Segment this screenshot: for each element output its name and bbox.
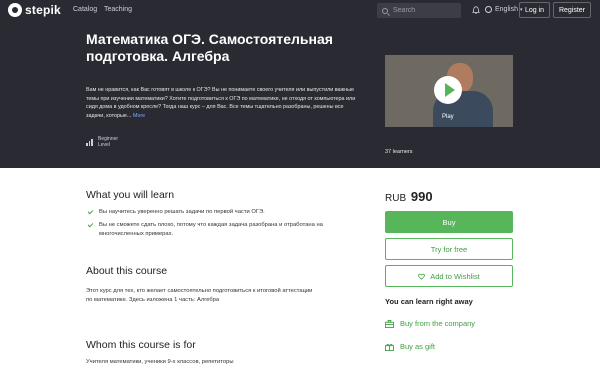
search-icon: [382, 7, 388, 14]
learn-right-away-text: You can learn right away: [385, 297, 473, 306]
level-icon: [86, 138, 93, 146]
course-price: RUB 990: [385, 189, 433, 204]
gift-icon: [385, 343, 394, 351]
learn-section-title: What you will learn: [86, 189, 175, 201]
add-to-wishlist-button[interactable]: Add to Wishlist: [385, 265, 513, 287]
stepik-logo[interactable]: stepik: [8, 3, 61, 17]
course-summary: Вам не нравится, как Вас готовят в школе…: [86, 86, 356, 120]
search-box[interactable]: [377, 3, 461, 18]
more-link[interactable]: More: [133, 113, 145, 119]
about-section-title: About this course: [86, 265, 168, 277]
whom-section-title: Whom this course is for: [86, 339, 196, 351]
whom-text: Учителя математики, ученики 9-х классов,…: [86, 359, 234, 365]
price-value: 990: [410, 189, 433, 204]
play-label: Play: [442, 114, 454, 120]
globe-icon: [485, 6, 492, 13]
course-summary-text: Вам не нравится, как Вас готовят в школе…: [86, 87, 356, 119]
search-input[interactable]: [393, 7, 457, 14]
wishlist-label: Add to Wishlist: [430, 271, 480, 281]
check-icon: [87, 208, 94, 215]
language-selector[interactable]: English ▾: [485, 6, 522, 13]
heart-icon: [418, 273, 426, 280]
level-label: Level: [98, 142, 110, 148]
course-level: Beginner Level: [86, 136, 118, 148]
buy-button[interactable]: Buy: [385, 211, 513, 233]
logo-icon: [8, 3, 22, 17]
buy-as-gift-label: Buy as gift: [400, 342, 436, 351]
price-currency: RUB: [385, 193, 407, 204]
learn-item: Вы научитесь уверенно решать задачи по п…: [87, 208, 329, 217]
language-label: English: [495, 6, 518, 13]
login-button[interactable]: Log in: [519, 2, 550, 18]
company-icon: [385, 319, 394, 328]
about-text: Этот курс для тех, кто желает самостояте…: [86, 288, 313, 303]
learn-item: Вы не сможете сдать плохо, потому что ка…: [87, 221, 329, 239]
check-icon: [87, 221, 94, 228]
buy-as-gift-link[interactable]: Buy as gift: [385, 342, 435, 351]
logo-text: stepik: [25, 3, 61, 17]
learners-count: 37 learners: [385, 149, 413, 155]
nav-teaching-link[interactable]: Teaching: [104, 6, 132, 13]
buy-from-company-label: Buy from the company: [400, 319, 476, 328]
course-title: Математика ОГЭ. Самостоятельная подготов…: [86, 31, 333, 64]
register-button[interactable]: Register: [553, 2, 591, 18]
try-for-free-button[interactable]: Try for free: [385, 238, 513, 260]
top-navbar: stepik Catalog Teaching English ▾ Log in…: [0, 0, 600, 21]
nav-catalog-link[interactable]: Catalog: [73, 6, 97, 13]
play-icon: [445, 83, 455, 97]
buy-from-company-link[interactable]: Buy from the company: [385, 319, 475, 328]
bell-icon[interactable]: [472, 6, 480, 14]
